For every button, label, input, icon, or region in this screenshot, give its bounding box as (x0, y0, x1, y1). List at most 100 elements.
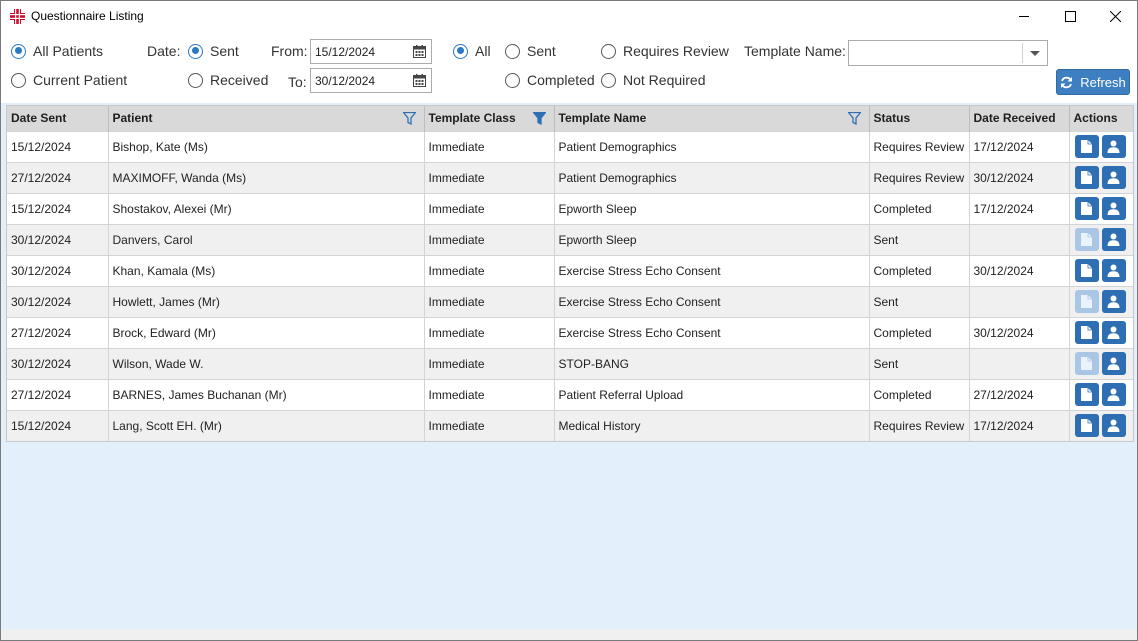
table-row[interactable]: 15/12/2024 Bishop, Kate (Ms) Immediate Pati… (7, 130, 1134, 162)
refresh-button[interactable]: Refresh (1056, 69, 1130, 95)
cell-patient: Wilson, Wade W. (108, 347, 425, 379)
document-icon (1081, 295, 1092, 308)
radio-all-patients[interactable]: All Patients (11, 43, 103, 59)
view-document-button[interactable] (1074, 414, 1099, 438)
cell-template-name: Patient Demographics (554, 130, 870, 162)
view-document-button[interactable] (1074, 290, 1099, 313)
view-document-button[interactable] (1074, 197, 1099, 220)
column-header-patient[interactable]: Patient (108, 106, 425, 131)
cell-date-sent: 15/12/2024 (7, 130, 109, 162)
radio-date-received[interactable]: Received (188, 72, 268, 88)
person-icon (1107, 202, 1120, 215)
open-patient-button[interactable] (1101, 383, 1126, 406)
person-icon (1107, 295, 1120, 308)
cell-actions (1069, 316, 1134, 348)
table-row[interactable]: 27/12/2024 MAXIMOFF, Wanda (Ms) Immediate P… (7, 161, 1133, 193)
close-button[interactable] (1092, 1, 1137, 32)
funnel-icon[interactable] (847, 112, 861, 125)
cell-actions (1069, 161, 1133, 193)
to-date-field[interactable]: 30/12/2024 (310, 68, 432, 93)
open-patient-button[interactable] (1101, 259, 1126, 282)
radio-dot (11, 43, 26, 59)
table-row[interactable]: 30/12/2024 Wilson, Wade W. Immediate STOP-B… (7, 347, 1133, 379)
open-patient-button[interactable] (1101, 228, 1126, 251)
cell-template-class: Immediate (424, 316, 555, 348)
view-document-button[interactable] (1074, 383, 1099, 406)
column-header-template-class[interactable]: Template Class (424, 106, 555, 131)
table-row[interactable]: 15/12/2024 Lang, Scott EH. (Mr) Immediate M… (7, 409, 1133, 441)
open-patient-button[interactable] (1101, 290, 1126, 313)
header-label: Template Name (558, 111, 647, 126)
close-icon (1109, 11, 1121, 22)
open-patient-button[interactable] (1101, 352, 1126, 375)
title-bar: Questionnaire Listing (1, 1, 1137, 32)
cell-actions (1069, 409, 1133, 441)
radio-label: All (475, 43, 491, 59)
window-title: Questionnaire Listing (31, 9, 144, 23)
person-icon (1107, 357, 1120, 370)
minimize-button[interactable] (1001, 1, 1047, 32)
column-header-status[interactable]: Status (869, 106, 970, 131)
view-document-button[interactable] (1074, 228, 1099, 251)
table-row[interactable]: 30/12/2024 Khan, Kamala (Ms) Immediate Exer… (7, 254, 1134, 286)
view-document-button[interactable] (1074, 259, 1099, 282)
radio-date-sent[interactable]: Sent (188, 43, 239, 59)
cell-template-name: Exercise Stress Echo Consent (554, 316, 870, 348)
cell-date-sent: 27/12/2024 (7, 161, 109, 193)
funnel-icon[interactable] (532, 112, 546, 125)
person-icon (1107, 419, 1120, 433)
person-icon (1107, 388, 1120, 401)
table-row[interactable]: 30/12/2024 Danvers, Carol Immediate Epworth… (7, 223, 1133, 255)
table-row[interactable]: 15/12/2024 Shostakov, Alexei (Mr) Immediat… (7, 192, 1134, 224)
table-row[interactable]: 27/12/2024 BARNES, James Buchanan (Mr) Imm… (7, 378, 1134, 410)
radio-status-completed[interactable]: Completed (505, 72, 595, 88)
row-actions (1074, 259, 1134, 282)
radio-status-sent[interactable]: Sent (505, 43, 556, 59)
template-name-dropdown[interactable] (848, 40, 1048, 66)
open-patient-button[interactable] (1101, 135, 1126, 158)
open-patient-button[interactable] (1101, 414, 1126, 438)
column-header-template-name[interactable]: Template Name (554, 106, 870, 131)
column-header-date-sent[interactable]: Date Sent (7, 106, 109, 131)
funnel-icon[interactable] (402, 112, 416, 125)
row-actions (1074, 383, 1134, 406)
row-actions (1074, 321, 1134, 344)
cell-date-sent: 27/12/2024 (7, 316, 109, 348)
row-actions (1074, 197, 1134, 220)
radio-status-not-required[interactable]: Not Required (601, 72, 706, 88)
from-date-field[interactable]: 15/12/2024 (310, 39, 432, 64)
cell-template-class: Immediate (424, 409, 555, 441)
table-row[interactable]: 27/12/2024 Brock, Edward (Mr) Immediate Exe… (7, 316, 1134, 348)
from-calendar-button[interactable] (407, 40, 431, 63)
row-actions (1074, 290, 1134, 313)
view-document-button[interactable] (1074, 135, 1099, 158)
cell-status: Sent (869, 285, 970, 317)
radio-status-requires-review[interactable]: Requires Review (601, 43, 729, 59)
open-patient-button[interactable] (1101, 321, 1126, 344)
cell-date-received (969, 347, 1070, 379)
person-icon (1107, 171, 1120, 184)
open-patient-button[interactable] (1101, 166, 1126, 189)
cell-status: Requires Review (869, 409, 970, 441)
view-document-button[interactable] (1074, 166, 1099, 189)
cell-date-sent: 30/12/2024 (7, 223, 109, 255)
cell-template-class: Immediate (424, 192, 555, 224)
dropdown-separator (1022, 43, 1023, 63)
cell-template-name: STOP-BANG (554, 347, 870, 379)
questionnaire-listing-window: Questionnaire Listing All Patients Curre… (0, 0, 1138, 641)
cell-patient: BARNES, James Buchanan (Mr) (108, 378, 425, 410)
table-row[interactable]: 30/12/2024 Howlett, James (Mr) Immediate Ex… (7, 285, 1134, 317)
cell-status: Completed (869, 254, 970, 286)
row-actions (1074, 135, 1134, 158)
radio-current-patient[interactable]: Current Patient (11, 72, 127, 88)
view-document-button[interactable] (1074, 321, 1099, 344)
to-calendar-button[interactable] (407, 69, 431, 92)
open-patient-button[interactable] (1101, 197, 1126, 220)
column-header-date-received[interactable]: Date Received (969, 106, 1070, 131)
cell-date-sent: 30/12/2024 (7, 254, 109, 286)
view-document-button[interactable] (1074, 352, 1099, 375)
radio-status-all[interactable]: All (453, 43, 491, 59)
to-date-value: 30/12/2024 (315, 73, 376, 88)
radio-label: Not Required (623, 72, 706, 88)
maximize-button[interactable] (1047, 1, 1093, 32)
